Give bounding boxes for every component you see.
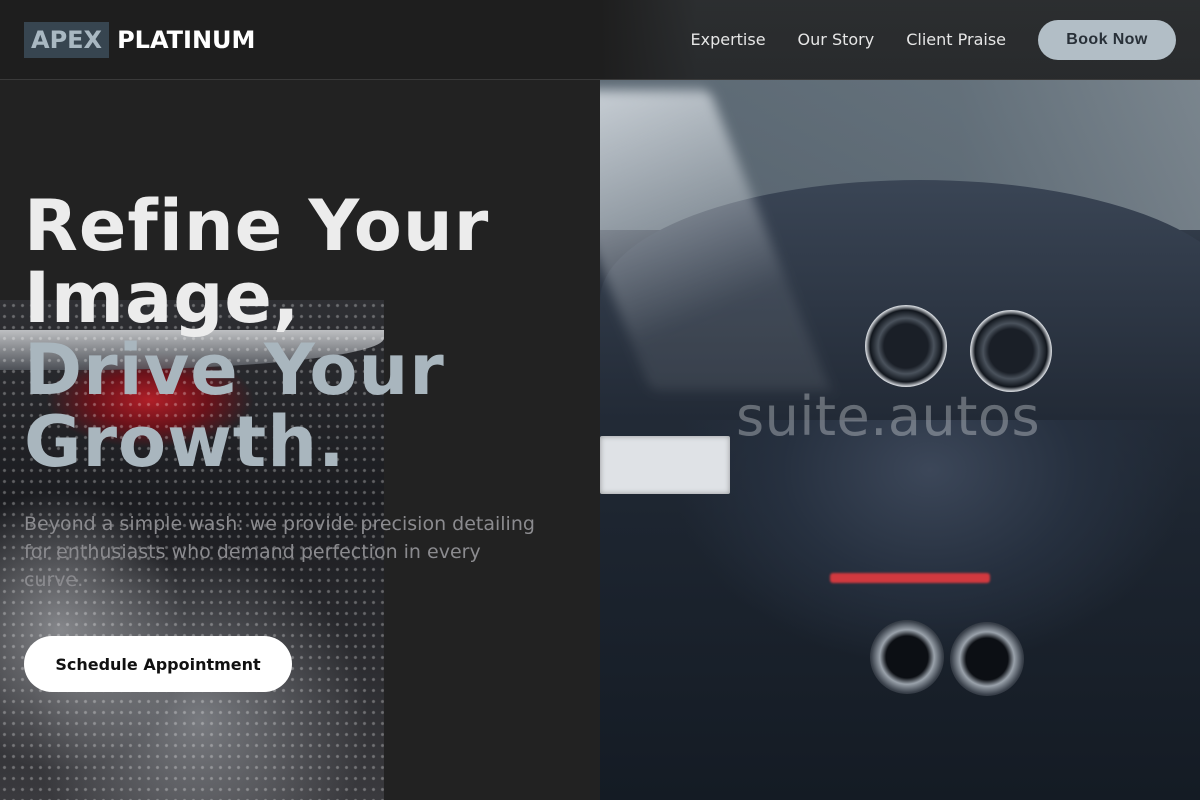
nav-link-expertise[interactable]: Expertise: [690, 30, 765, 49]
hero-headline: Refine Your Image, Drive Your Growth.: [24, 190, 584, 478]
headline-line-1: Refine Your Image,: [24, 185, 490, 339]
hero-subtitle: Beyond a simple wash: we provide precisi…: [24, 513, 535, 591]
brand-logo[interactable]: APEX PLATINUM: [24, 21, 256, 58]
exhaust-pipe-icon: [950, 622, 1024, 696]
hero-section: Refine Your Image, Drive Your Growth. Be…: [24, 190, 584, 692]
schedule-appointment-button[interactable]: Schedule Appointment: [24, 636, 292, 692]
nav-link-client-praise[interactable]: Client Praise: [906, 30, 1006, 49]
image-watermark: suite.autos: [736, 385, 1041, 448]
rear-light-bar: [830, 573, 990, 583]
logo-wordmark: PLATINUM: [117, 25, 256, 54]
nav-link-our-story[interactable]: Our Story: [798, 30, 875, 49]
headline-line-2: Drive Your Growth.: [24, 329, 445, 483]
top-navbar: APEX PLATINUM Expertise Our Story Client…: [0, 0, 1200, 80]
logo-mark: APEX: [24, 21, 110, 58]
main-nav: Expertise Our Story Client Praise Book N…: [658, 19, 1176, 60]
license-plate: [600, 436, 730, 494]
tail-light-icon: [865, 305, 947, 387]
exhaust-pipe-icon: [870, 620, 944, 694]
tail-light-icon: [970, 310, 1052, 392]
book-now-button[interactable]: Book Now: [1038, 19, 1176, 60]
hero-car-photo: suite.autos: [600, 0, 1200, 800]
